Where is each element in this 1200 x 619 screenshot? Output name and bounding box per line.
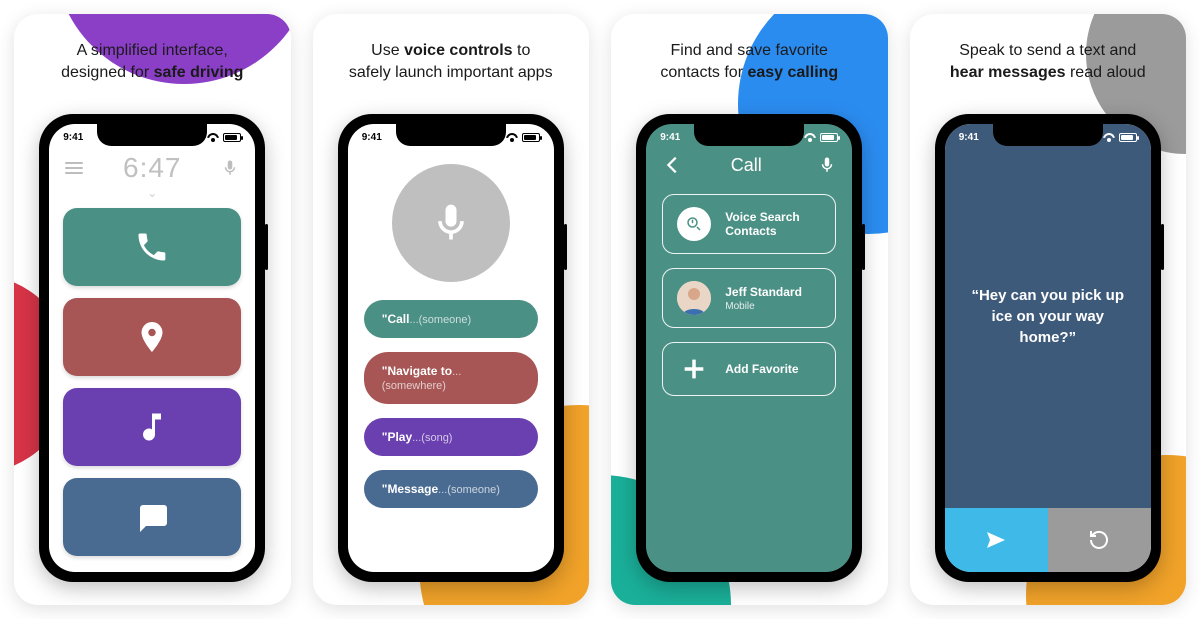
chevron-down-icon[interactable]: ⌄ [49, 186, 255, 200]
location-icon [134, 319, 170, 355]
notch [97, 124, 207, 146]
voice-hint-call[interactable]: "Call...(someone) [364, 300, 538, 338]
screen-message: 9:41 “Hey can you pick up ice on your wa… [945, 124, 1151, 572]
voice-hint-play[interactable]: "Play...(song) [364, 418, 538, 456]
wifi-icon [804, 133, 816, 142]
promo-card-1: A simplified interface, designed for saf… [14, 14, 291, 605]
battery-icon [1119, 133, 1137, 142]
mic-icon [429, 201, 473, 245]
retry-button[interactable] [1048, 508, 1151, 572]
phone-mock: 9:41 Call Voice Search [636, 114, 862, 582]
retry-icon [1087, 528, 1111, 552]
wifi-icon [1103, 133, 1115, 142]
voice-hint-message[interactable]: "Message...(someone) [364, 470, 538, 508]
card-heading: Speak to send a text and hear messages r… [910, 40, 1187, 83]
battery-icon [820, 133, 838, 142]
voice-hint-navigate[interactable]: "Navigate to...(somewhere) [364, 352, 538, 404]
wifi-icon [506, 133, 518, 142]
message-preview: “Hey can you pick up ice on your way hom… [945, 124, 1151, 508]
send-icon [984, 528, 1008, 552]
notch [993, 124, 1103, 146]
message-button[interactable] [63, 478, 241, 556]
screen-home: 9:41 6:47 ⌄ [49, 124, 255, 572]
add-favorite[interactable]: Add Favorite [662, 342, 836, 396]
message-icon [134, 499, 170, 535]
promo-card-2: Use voice controls to safely launch impo… [313, 14, 590, 605]
notch [396, 124, 506, 146]
send-button[interactable] [945, 508, 1048, 572]
status-time: 9:41 [63, 132, 83, 143]
phone-icon [134, 229, 170, 265]
screen-call: 9:41 Call Voice Search [646, 124, 852, 572]
plus-icon [680, 355, 708, 383]
mic-icon[interactable] [818, 156, 836, 174]
mic-icon[interactable] [221, 159, 239, 177]
clock-display: 6:47 [123, 152, 182, 184]
voice-mic-button[interactable] [392, 164, 510, 282]
phone-mock: 9:41 “Hey can you pick up ice on your wa… [935, 114, 1161, 582]
contact-jeff-standard[interactable]: Jeff Standard Mobile [662, 268, 836, 328]
battery-icon [522, 133, 540, 142]
back-icon[interactable] [662, 154, 684, 176]
screen-title: Call [688, 155, 804, 176]
search-mic-icon [677, 207, 711, 241]
card-heading: Find and save favorite contacts for easy… [611, 40, 888, 83]
card-heading: Use voice controls to safely launch impo… [313, 40, 590, 83]
card-heading: A simplified interface, designed for saf… [14, 40, 291, 83]
phone-button[interactable] [63, 208, 241, 286]
battery-icon [223, 133, 241, 142]
phone-mock: 9:41 6:47 ⌄ [39, 114, 265, 582]
voice-search-contacts[interactable]: Voice Search Contacts [662, 194, 836, 254]
screen-voice: 9:41 "Call...(someone) "Navigate to...(s… [348, 124, 554, 572]
wifi-icon [207, 133, 219, 142]
status-time: 9:41 [959, 132, 979, 143]
promo-card-3: Find and save favorite contacts for easy… [611, 14, 888, 605]
music-icon [134, 409, 170, 445]
status-time: 9:41 [660, 132, 680, 143]
location-button[interactable] [63, 298, 241, 376]
promo-card-4: Speak to send a text and hear messages r… [910, 14, 1187, 605]
menu-icon[interactable] [65, 162, 83, 174]
music-button[interactable] [63, 388, 241, 466]
status-time: 9:41 [362, 132, 382, 143]
notch [694, 124, 804, 146]
avatar [677, 281, 711, 315]
phone-mock: 9:41 "Call...(someone) "Navigate to...(s… [338, 114, 564, 582]
